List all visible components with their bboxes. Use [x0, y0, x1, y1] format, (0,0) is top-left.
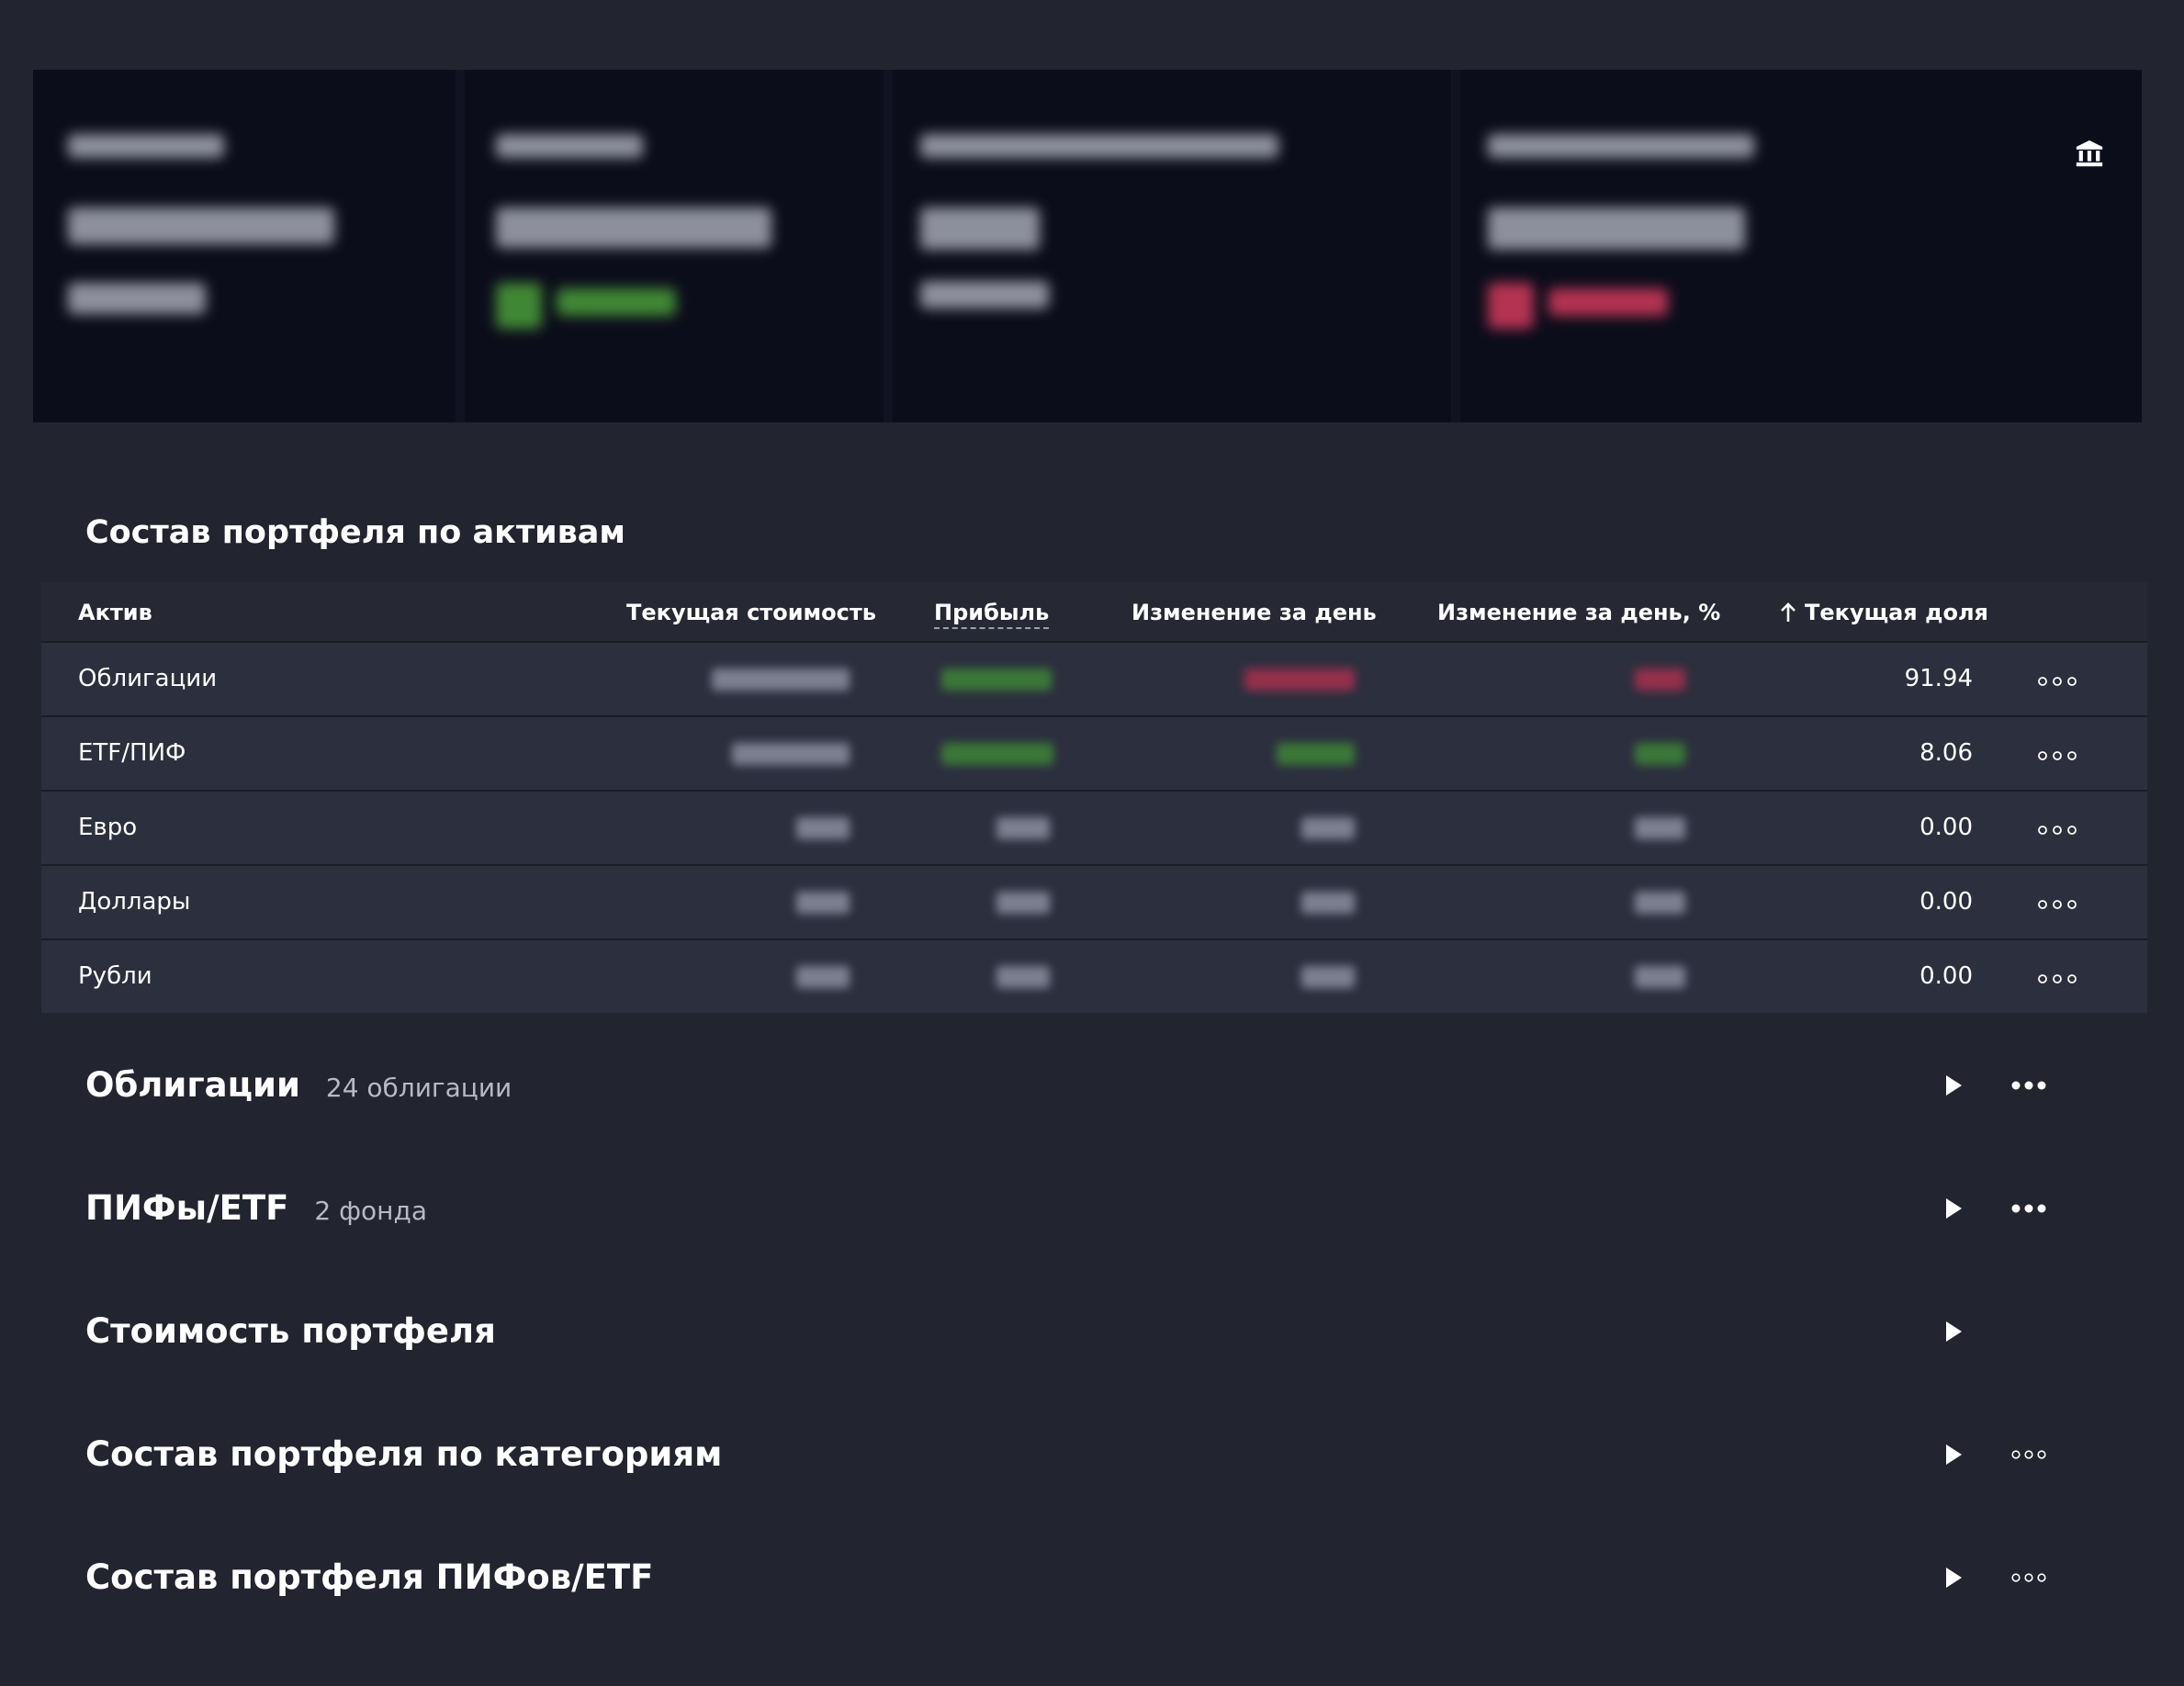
redacted-current-value [732, 743, 850, 765]
redacted-profit [996, 892, 1050, 914]
redacted-day-change [1277, 743, 1355, 765]
redacted-change-icon [1488, 283, 1534, 329]
redacted-label [1488, 134, 1754, 158]
table-row[interactable]: ETF/ПИФ 8.06 [41, 715, 2147, 790]
section-count: 24 облигации [325, 1073, 512, 1103]
table-row[interactable]: Облигации 91.94 [41, 641, 2147, 715]
play-icon[interactable] [1942, 1319, 1965, 1344]
redacted-profit [941, 669, 1052, 691]
column-header-day-change-pct[interactable]: Изменение за день, % [1437, 600, 1720, 625]
redacted-day-change [1301, 966, 1355, 988]
asset-name: Облигации [78, 665, 218, 692]
redacted-day-change [1301, 817, 1355, 839]
table-row[interactable]: Доллары 0.00 [41, 864, 2147, 939]
redacted-subvalue [920, 281, 1049, 309]
more-outline-icon[interactable] [2037, 899, 2077, 910]
column-header-profit[interactable]: Прибыль [934, 600, 1050, 629]
section-funds[interactable]: ПИФы/ETF 2 фонда [85, 1188, 2129, 1243]
redacted-change [557, 288, 676, 316]
current-share-value: 0.00 [1919, 888, 1973, 916]
table-header: Актив Текущая стоимость Прибыль Изменени… [41, 582, 2147, 641]
redacted-day-change-pct [1635, 669, 1685, 691]
section-by-categories[interactable]: Состав портфеля по категориям [85, 1434, 2129, 1489]
table-row[interactable]: Евро 0.00 [41, 790, 2147, 864]
section-title: Состав портфеля по категориям [85, 1434, 723, 1474]
assets-table: Актив Текущая стоимость Прибыль Изменени… [41, 582, 2147, 1013]
redacted-day-change-pct [1635, 892, 1685, 914]
asset-name: Доллары [78, 888, 191, 916]
table-row[interactable]: Рубли 0.00 [41, 939, 2147, 1013]
redacted-value [1488, 208, 1745, 250]
asset-name: Рубли [78, 962, 152, 990]
section-funds-composition[interactable]: Состав портфеля ПИФов/ETF [85, 1557, 2129, 1613]
asset-name: Евро [78, 814, 138, 841]
redacted-current-value [796, 966, 850, 988]
current-share-value: 8.06 [1919, 739, 1973, 767]
redacted-profit [996, 817, 1050, 839]
current-share-label: Текущая доля [1805, 600, 1988, 625]
section-title: ПИФы/ETF [85, 1188, 289, 1228]
section-title: Стоимость портфеля [85, 1311, 496, 1351]
redacted-current-value [796, 892, 850, 914]
summary-card-total [33, 70, 465, 422]
redacted-label [920, 134, 1278, 158]
redacted-day-change-pct [1635, 966, 1685, 988]
redacted-day-change-pct [1635, 817, 1685, 839]
redacted-change [1548, 288, 1668, 316]
more-outline-icon[interactable] [2037, 750, 2077, 761]
redacted-subvalue [68, 283, 206, 314]
asset-name: ETF/ПИФ [78, 739, 186, 767]
arrow-up-icon [1781, 602, 1796, 622]
redacted-value [68, 208, 334, 244]
play-icon[interactable] [1942, 1565, 1965, 1590]
redacted-value [920, 208, 1040, 250]
redacted-label [68, 134, 224, 158]
section-count: 2 фонда [314, 1196, 427, 1226]
current-share-value: 0.00 [1919, 962, 1973, 990]
column-header-asset[interactable]: Актив [78, 600, 152, 625]
summary-card-2 [465, 70, 893, 422]
portfolio-page: Состав портфеля по активам Актив Текущая… [0, 0, 2184, 1686]
section-title: Состав портфеля ПИФов/ETF [85, 1557, 654, 1597]
summary-card-3 [893, 70, 1460, 422]
more-outline-icon[interactable] [2037, 973, 2077, 984]
column-header-current-value[interactable]: Текущая стоимость [626, 600, 876, 625]
bank-icon[interactable] [2074, 138, 2105, 169]
redacted-day-change [1244, 669, 1355, 691]
redacted-profit [996, 966, 1050, 988]
redacted-profit [941, 743, 1053, 765]
portfolio-by-assets-title: Состав портфеля по активам [85, 514, 626, 551]
more-outline-icon[interactable] [2037, 676, 2077, 687]
redacted-value [496, 208, 771, 248]
section-bonds[interactable]: Облигации 24 облигации [85, 1065, 2129, 1120]
summary-card-4 [1460, 70, 2142, 422]
redacted-current-value [712, 669, 850, 691]
column-header-day-change[interactable]: Изменение за день [1131, 600, 1377, 625]
more-outline-icon[interactable] [2037, 825, 2077, 836]
redacted-change-icon [496, 283, 542, 329]
redacted-day-change-pct [1635, 743, 1685, 765]
play-icon[interactable] [1942, 1073, 1965, 1098]
column-header-current-share[interactable]: Текущая доля [1779, 600, 1988, 625]
play-icon[interactable] [1942, 1442, 1965, 1467]
section-portfolio-value[interactable]: Стоимость портфеля [85, 1311, 2129, 1366]
redacted-day-change [1301, 892, 1355, 914]
redacted-label [496, 134, 643, 158]
current-share-value: 91.94 [1904, 665, 1973, 692]
play-icon[interactable] [1942, 1196, 1965, 1221]
portfolio-summary-panel [33, 70, 2142, 422]
redacted-current-value [796, 817, 850, 839]
more-icon[interactable] [2011, 1079, 2046, 1092]
more-outline-icon[interactable] [2011, 1448, 2046, 1461]
current-share-value: 0.00 [1919, 814, 1973, 841]
more-icon[interactable] [2011, 1202, 2046, 1215]
more-outline-icon[interactable] [2011, 1571, 2046, 1584]
section-title: Облигации [85, 1065, 300, 1105]
